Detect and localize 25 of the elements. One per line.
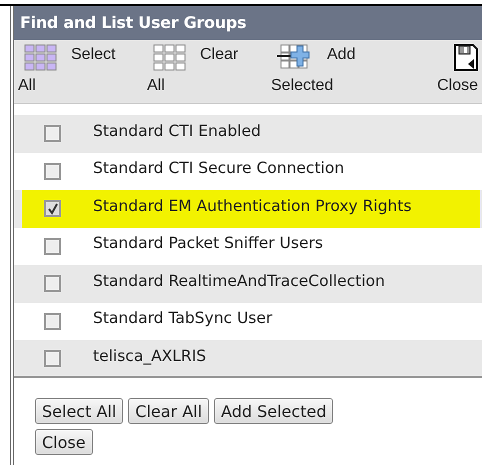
group-name: Standard CTI Secure Connection	[93, 159, 344, 178]
toolbar-button[interactable]: Add Selected	[269, 40, 409, 103]
action-button[interactable]: Clear All	[128, 398, 210, 424]
toolbar-button[interactable]: Close	[435, 40, 482, 103]
action-button[interactable]: Select All	[35, 398, 124, 424]
checkbox[interactable]	[44, 125, 61, 142]
checkbox[interactable]	[44, 350, 61, 368]
checkbox[interactable]	[44, 275, 61, 292]
window-title: Find and List User Groups	[14, 6, 482, 40]
checkbox[interactable]	[44, 312, 61, 330]
group-name: Standard RealtimeAndTraceCollection	[93, 272, 385, 290]
action-button[interactable]: Close	[35, 429, 93, 455]
checkbox[interactable]	[44, 200, 61, 218]
group-name: telisca_AXLRIS	[93, 346, 206, 365]
group-name: Standard TabSync User	[93, 309, 272, 328]
toolbar-button[interactable]: Select All	[14, 40, 145, 103]
group-name: Standard Packet Sniffer Users	[93, 234, 323, 252]
group-name: Standard EM Authentication Proxy Rights	[93, 196, 412, 215]
group-name: Standard CTI Enabled	[93, 122, 261, 140]
checkbox[interactable]	[44, 162, 61, 180]
toolbar-button[interactable]: Clear All	[145, 40, 269, 103]
grid-icon	[24, 44, 57, 71]
grid-icon	[153, 44, 186, 71]
checkbox[interactable]	[44, 238, 61, 255]
action-button[interactable]: Add Selected	[214, 398, 334, 424]
